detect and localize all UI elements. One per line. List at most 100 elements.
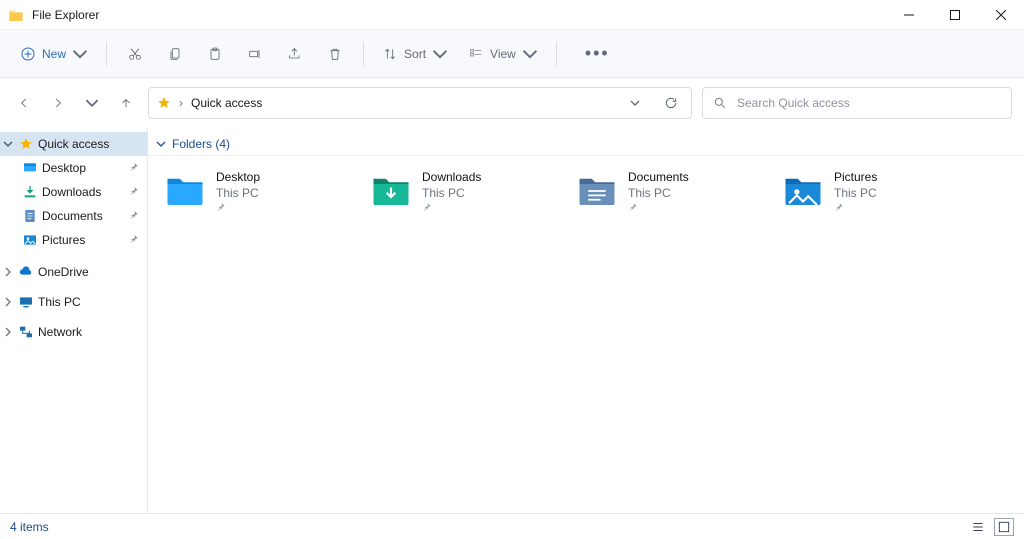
chevron-down-icon xyxy=(522,46,538,62)
chevron-down-icon[interactable] xyxy=(2,139,14,149)
pin-icon xyxy=(628,202,689,215)
sort-button-label: Sort xyxy=(404,47,426,61)
pin-icon xyxy=(129,233,139,247)
navigation-pane: Quick access Desktop Downloads Documents… xyxy=(0,128,148,513)
view-button[interactable]: View xyxy=(460,38,546,70)
this-pc-icon xyxy=(18,294,34,310)
minimize-button[interactable] xyxy=(886,0,932,30)
rename-icon xyxy=(247,46,263,62)
sidebar-item-label: OneDrive xyxy=(38,265,89,279)
folder-location: This PC xyxy=(834,186,877,200)
share-button[interactable] xyxy=(277,38,313,70)
delete-icon xyxy=(327,46,343,62)
chevron-right-icon[interactable] xyxy=(2,297,14,307)
sidebar-item-quick-access[interactable]: Quick access xyxy=(0,132,147,156)
sidebar-item-downloads[interactable]: Downloads xyxy=(0,180,147,204)
documents-icon xyxy=(22,208,38,224)
downloads-icon xyxy=(22,184,38,200)
search-box[interactable] xyxy=(702,87,1012,119)
cut-icon xyxy=(127,46,143,62)
sidebar-item-documents[interactable]: Documents xyxy=(0,204,147,228)
documents-folder-icon xyxy=(576,170,618,212)
desktop-folder-icon xyxy=(164,170,206,212)
status-bar: 4 items xyxy=(0,513,1024,539)
window-controls xyxy=(886,0,1024,30)
chevron-down-icon xyxy=(432,46,448,62)
pin-icon xyxy=(834,202,877,215)
chevron-down-icon xyxy=(156,139,166,149)
copy-icon xyxy=(167,46,183,62)
sidebar-item-desktop[interactable]: Desktop xyxy=(0,156,147,180)
address-dropdown-button[interactable] xyxy=(621,89,649,117)
onedrive-icon xyxy=(18,264,34,280)
new-button-label: New xyxy=(42,47,66,61)
large-icons-view-button[interactable] xyxy=(994,518,1014,536)
desktop-icon xyxy=(22,160,38,176)
pin-icon xyxy=(422,202,481,215)
new-button[interactable]: New xyxy=(12,38,96,70)
search-input[interactable] xyxy=(737,96,1001,110)
chevron-right-icon[interactable] xyxy=(2,267,14,277)
sidebar-item-pictures[interactable]: Pictures xyxy=(0,228,147,252)
folder-app-icon xyxy=(8,7,24,23)
chevron-down-icon xyxy=(72,46,88,62)
back-button[interactable] xyxy=(12,91,36,115)
view-icon xyxy=(468,46,484,62)
sidebar-item-label: Documents xyxy=(42,209,103,223)
separator xyxy=(556,42,557,66)
sidebar-item-onedrive[interactable]: OneDrive xyxy=(0,260,147,284)
content-pane: Folders (4) Desktop This PC xyxy=(148,128,1024,513)
folder-location: This PC xyxy=(422,186,481,200)
group-header-folders[interactable]: Folders (4) xyxy=(148,128,1024,156)
folder-location: This PC xyxy=(628,186,689,200)
folder-name: Desktop xyxy=(216,170,260,184)
folder-item-pictures[interactable]: Pictures This PC xyxy=(782,170,972,215)
folder-location: This PC xyxy=(216,186,260,200)
folder-name: Downloads xyxy=(422,170,481,184)
network-icon xyxy=(18,324,34,340)
folder-item-documents[interactable]: Documents This PC xyxy=(576,170,766,215)
separator xyxy=(106,42,107,66)
copy-button[interactable] xyxy=(157,38,193,70)
folder-name: Pictures xyxy=(834,170,877,184)
sidebar-item-label: Quick access xyxy=(38,137,109,151)
refresh-button[interactable] xyxy=(657,89,685,117)
nav-row: › Quick access xyxy=(0,78,1024,128)
breadcrumb-chevron: › xyxy=(179,96,183,110)
folder-item-desktop[interactable]: Desktop This PC xyxy=(164,170,354,215)
group-header-label: Folders (4) xyxy=(172,137,230,151)
rename-button[interactable] xyxy=(237,38,273,70)
separator xyxy=(363,42,364,66)
sidebar-item-network[interactable]: Network xyxy=(0,320,147,344)
delete-button[interactable] xyxy=(317,38,353,70)
more-icon: ••• xyxy=(577,43,618,64)
star-icon xyxy=(157,96,171,110)
command-bar: New Sort View ••• xyxy=(0,30,1024,78)
folder-item-downloads[interactable]: Downloads This PC xyxy=(370,170,560,215)
cut-button[interactable] xyxy=(117,38,153,70)
breadcrumb[interactable]: Quick access xyxy=(191,96,262,110)
downloads-folder-icon xyxy=(370,170,412,212)
recent-locations-button[interactable] xyxy=(80,91,104,115)
sidebar-item-this-pc[interactable]: This PC xyxy=(0,290,147,314)
view-button-label: View xyxy=(490,47,516,61)
chevron-right-icon[interactable] xyxy=(2,327,14,337)
address-bar[interactable]: › Quick access xyxy=(148,87,692,119)
window-title: File Explorer xyxy=(32,8,99,22)
pin-icon xyxy=(216,202,260,215)
paste-button[interactable] xyxy=(197,38,233,70)
sidebar-item-label: Desktop xyxy=(42,161,86,175)
sidebar-item-label: This PC xyxy=(38,295,81,309)
maximize-button[interactable] xyxy=(932,0,978,30)
sort-button[interactable]: Sort xyxy=(374,38,456,70)
more-button[interactable]: ••• xyxy=(567,38,628,70)
folder-name: Documents xyxy=(628,170,689,184)
paste-icon xyxy=(207,46,223,62)
up-button[interactable] xyxy=(114,91,138,115)
title-bar: File Explorer xyxy=(0,0,1024,30)
close-button[interactable] xyxy=(978,0,1024,30)
details-view-button[interactable] xyxy=(968,518,988,536)
pictures-folder-icon xyxy=(782,170,824,212)
pin-icon xyxy=(129,185,139,199)
forward-button[interactable] xyxy=(46,91,70,115)
